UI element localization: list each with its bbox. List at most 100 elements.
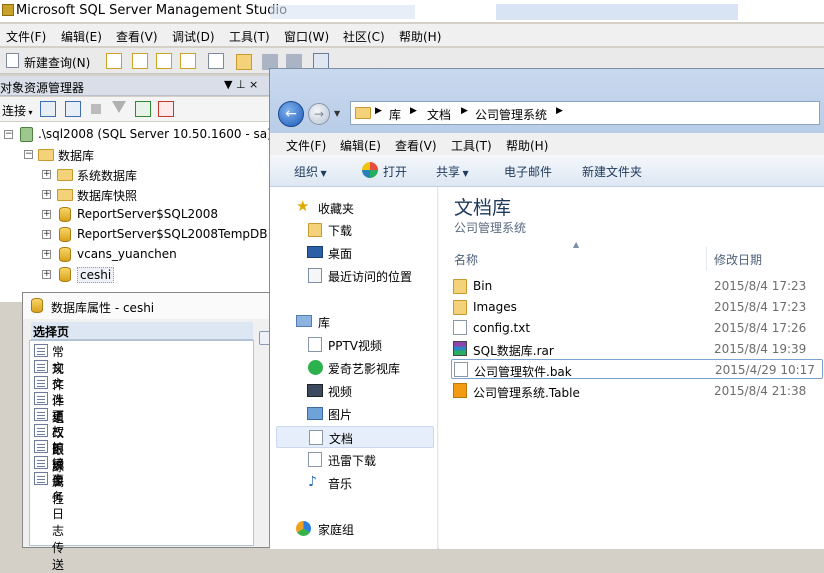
library-icon: [308, 337, 322, 352]
library-subtitle: 公司管理系统: [454, 221, 527, 235]
nav-videos[interactable]: 视频: [270, 380, 438, 402]
ssms-menu-window[interactable]: 窗口(W): [284, 28, 329, 45]
mdx-query-icon[interactable]: [132, 53, 148, 69]
dmx-query-icon[interactable]: [156, 53, 172, 69]
organize-button[interactable]: 组织 ▼: [294, 163, 327, 180]
nav-recent-places[interactable]: 最近访问的位置: [270, 265, 438, 287]
back-button-icon[interactable]: ←: [278, 101, 304, 127]
filter-icon[interactable]: [112, 101, 126, 113]
nav-documents-selected[interactable]: 文档: [276, 426, 434, 448]
share-button[interactable]: 共享 ▼: [436, 163, 469, 180]
activity-monitor-icon[interactable]: [313, 53, 329, 69]
folder-icon: [57, 189, 73, 201]
nav-music[interactable]: ♪ 音乐: [270, 472, 438, 494]
breadcrumb-separator: ▶: [375, 106, 382, 116]
libraries-icon: [296, 315, 312, 327]
nav-item-label: PPTV视频: [328, 339, 383, 353]
nav-homegroup[interactable]: 家庭组: [270, 518, 438, 540]
expand-icon[interactable]: +: [42, 190, 51, 199]
ssms-menu-community[interactable]: 社区(C): [343, 28, 385, 45]
column-headers: 名称 修改日期: [439, 247, 824, 271]
file-row-bin[interactable]: Bin 2015/8/4 17:23: [453, 276, 813, 296]
file-row-table[interactable]: 公司管理系统.Table 2015/8/4 21:38: [453, 381, 813, 401]
nav-favorites[interactable]: ★ 收藏夹: [270, 197, 438, 219]
background-window-tab: [496, 4, 738, 20]
open-folder-icon[interactable]: [236, 54, 252, 70]
library-title: 文档库: [454, 197, 512, 219]
collapse-icon[interactable]: −: [24, 150, 33, 159]
explorer-menu-file[interactable]: 文件(F): [286, 137, 326, 154]
open-button[interactable]: 打开: [362, 161, 407, 179]
file-name: 公司管理系统.Table: [473, 386, 580, 400]
nav-pptv-videos[interactable]: PPTV视频: [270, 334, 438, 356]
panel-pin-controls[interactable]: ▼ ⊥ ×: [224, 78, 258, 91]
file-row-bak-selected[interactable]: 公司管理软件.bak 2015/4/29 10:17: [451, 359, 823, 379]
database-icon: [59, 207, 71, 222]
stop-icon[interactable]: [91, 104, 101, 114]
expand-icon[interactable]: +: [42, 230, 51, 239]
ssms-menu-debug[interactable]: 调试(D): [172, 28, 215, 45]
explorer-menu-view[interactable]: 查看(V): [395, 137, 437, 154]
new-folder-button[interactable]: 新建文件夹: [582, 163, 642, 180]
expand-icon[interactable]: +: [42, 210, 51, 219]
server-icon: [20, 127, 33, 142]
file-date: 2015/8/4 21:38: [714, 384, 807, 398]
expand-icon[interactable]: +: [42, 270, 51, 279]
nav-libraries[interactable]: 库: [270, 311, 438, 333]
object-explorer-toolbar: 连接 ▾: [0, 97, 275, 121]
disconnect-icon[interactable]: [65, 101, 81, 117]
nav-iqiyi-library[interactable]: 爱奇艺影视库: [270, 357, 438, 379]
database-engine-query-icon[interactable]: [106, 53, 122, 69]
ssms-menu-help[interactable]: 帮助(H): [399, 28, 441, 45]
dialog-title-bar: 数据库属性 - ceshi: [23, 293, 279, 319]
explorer-command-bar: 组织 ▼ 打开 共享 ▼ 电子邮件 新建文件夹: [270, 155, 824, 187]
connect-object-icon[interactable]: [40, 101, 56, 117]
page-icon: [34, 440, 48, 453]
nav-pictures[interactable]: 图片: [270, 403, 438, 425]
address-bar[interactable]: ▶ 库 ▶ 文档 ▶ 公司管理系统 ▶: [350, 101, 820, 125]
refresh-icon[interactable]: [135, 101, 151, 117]
file-row-images[interactable]: Images 2015/8/4 17:23: [453, 297, 813, 317]
new-query-icon[interactable]: [6, 53, 19, 68]
nav-item-label: 最近访问的位置: [328, 270, 413, 284]
file-name: config.txt: [473, 321, 531, 335]
expand-icon[interactable]: +: [42, 170, 51, 179]
nav-item-label: 视频: [328, 385, 353, 399]
history-dropdown-icon[interactable]: ▼: [334, 109, 340, 118]
file-date: 2015/8/4 17:23: [714, 300, 807, 314]
column-header-name[interactable]: 名称: [454, 251, 478, 268]
page-icon: [34, 408, 48, 421]
xmla-query-icon[interactable]: [180, 53, 196, 69]
connect-button[interactable]: 连接 ▾: [2, 102, 33, 119]
file-row-config[interactable]: config.txt 2015/8/4 17:26: [453, 318, 813, 338]
nav-desktop[interactable]: 桌面: [270, 242, 438, 264]
ssms-menu-edit[interactable]: 编辑(E): [61, 28, 102, 45]
nav-xunlei-downloads[interactable]: 迅雷下载: [270, 449, 438, 471]
breadcrumb-current-folder[interactable]: 公司管理系统: [475, 106, 547, 123]
collapse-icon[interactable]: −: [4, 130, 13, 139]
breadcrumb-libraries[interactable]: 库: [389, 106, 401, 123]
column-divider[interactable]: [706, 247, 707, 271]
column-header-modified[interactable]: 修改日期: [714, 251, 762, 268]
file-name: 公司管理软件.bak: [474, 365, 572, 379]
breadcrumb-documents[interactable]: 文档: [427, 106, 451, 123]
expand-icon[interactable]: +: [42, 250, 51, 259]
ssms-menu-file[interactable]: 文件(F): [6, 28, 46, 45]
new-query-button[interactable]: 新建查询(N): [24, 54, 90, 71]
email-button[interactable]: 电子邮件: [504, 163, 552, 180]
nav-item-label: 音乐: [328, 477, 353, 491]
page-label: 事务日志传送: [52, 473, 65, 572]
explorer-menu-tools[interactable]: 工具(T): [451, 137, 492, 154]
explorer-window: ← → ▼ ▶ 库 ▶ 文档 ▶ 公司管理系统 ▶ 文件(F) 编辑(E) 查看…: [269, 68, 824, 549]
ssms-menu-view[interactable]: 查看(V): [116, 28, 158, 45]
nav-item-label: 桌面: [328, 247, 353, 261]
ssms-menu-tools[interactable]: 工具(T): [229, 28, 270, 45]
activity-report-icon[interactable]: [158, 101, 174, 117]
explorer-menu-edit[interactable]: 编辑(E): [340, 137, 381, 154]
new-file-icon[interactable]: [208, 53, 224, 69]
forward-button-icon[interactable]: →: [308, 103, 330, 125]
nav-downloads[interactable]: 下载: [270, 219, 438, 241]
ssms-window-title: Microsoft SQL Server Management Studio: [16, 3, 288, 18]
explorer-menu-help[interactable]: 帮助(H): [506, 137, 548, 154]
file-row-rar[interactable]: SQL数据库.rar 2015/8/4 19:39: [453, 339, 813, 359]
